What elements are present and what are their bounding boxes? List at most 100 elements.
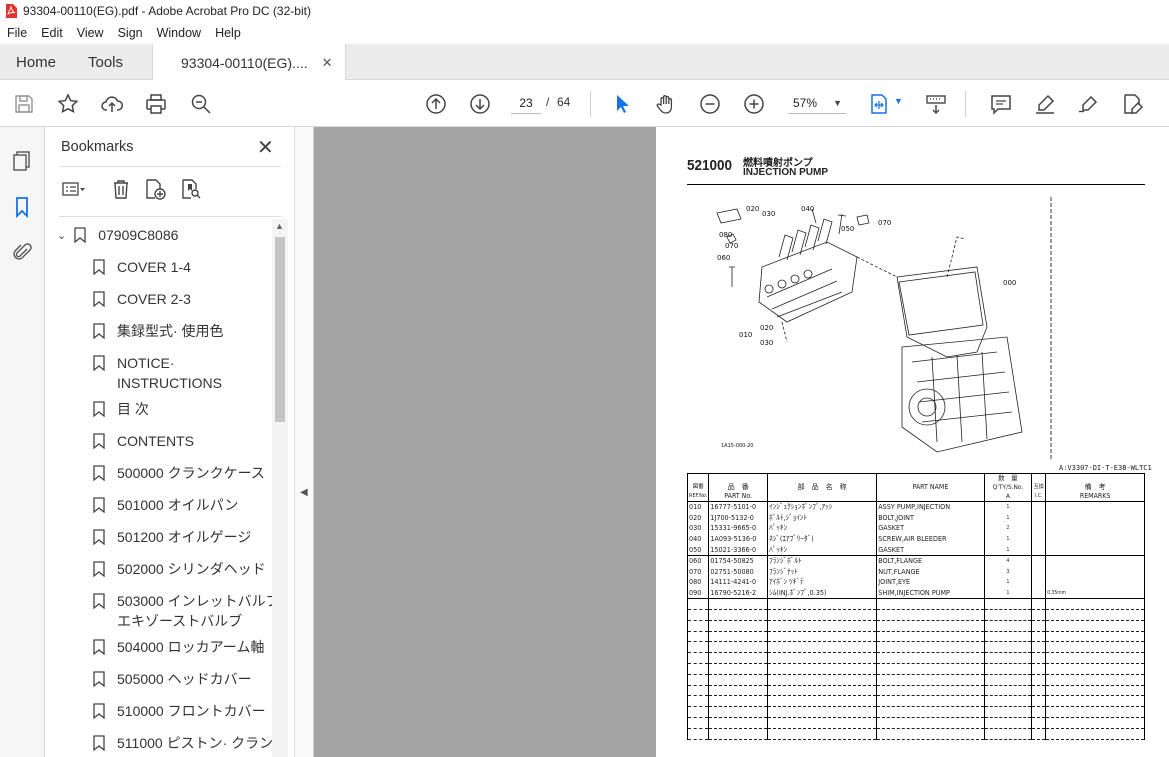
comment-icon[interactable] (989, 92, 1013, 116)
highlight-pen-icon[interactable] (1033, 92, 1057, 116)
bookmarks-panel-icon[interactable] (10, 195, 34, 219)
section-title-en: INJECTION PUMP (743, 167, 829, 178)
empty-cell (686, 663, 709, 675)
previous-page-icon[interactable] (424, 92, 448, 116)
cell-remarks: 0.35mm (1045, 587, 1145, 600)
new-bookmark-icon[interactable] (143, 177, 167, 201)
select-cursor-icon[interactable] (610, 92, 634, 116)
zoom-in-icon[interactable] (742, 92, 766, 116)
zoom-out-icon[interactable] (698, 92, 722, 116)
bookmark-item[interactable]: 目 次 (93, 399, 149, 419)
menu-help[interactable]: Help (208, 26, 248, 40)
upload-cloud-icon[interactable] (100, 92, 124, 116)
empty-cell (983, 620, 1032, 632)
scroll-up-icon[interactable]: ▲ (275, 221, 284, 231)
empty-cell (876, 695, 985, 708)
attachments-icon[interactable] (10, 241, 34, 265)
empty-table-row (686, 663, 1145, 675)
sign-pen-icon[interactable] (1077, 92, 1101, 116)
cell-part-name: GASKET (876, 523, 985, 534)
cell-part-name: NUT,FLANGE (876, 566, 985, 578)
total-pages: 64 (557, 95, 571, 109)
empty-cell (708, 685, 768, 697)
bookmark-item[interactable]: 504000 ロッカアーム軸 (93, 637, 264, 657)
collapse-arrow-icon[interactable]: ◀ (300, 487, 308, 498)
cell-ref: 090 (686, 587, 709, 600)
panel-collapse-strip[interactable]: ◀ (295, 127, 314, 757)
empty-table-row (686, 641, 1145, 654)
cell-qty: 4 (983, 555, 1032, 567)
page-number-input[interactable]: 23 (511, 92, 541, 114)
cell-qty: 1 (983, 501, 1032, 513)
bookmark-root[interactable]: ⌄ 07909C8086 (57, 225, 178, 245)
bookmark-item[interactable]: 502000 シリンダヘッド (93, 559, 266, 579)
menu-file[interactable]: File (0, 26, 34, 40)
bookmark-item[interactable]: COVER 1-4 (93, 257, 191, 277)
window-title: 93304-00110(EG).pdf - Adobe Acrobat Pro … (23, 4, 311, 18)
empty-cell (686, 674, 709, 686)
empty-cell (686, 717, 709, 729)
bookmark-item[interactable]: 500000 クランクケース (93, 463, 265, 483)
bookmark-item[interactable]: CONTENTS (93, 431, 194, 451)
empty-cell (767, 695, 877, 708)
next-page-icon[interactable] (468, 92, 492, 116)
bookmark-item[interactable]: COVER 2-3 (93, 289, 191, 309)
bookmark-item[interactable]: 501200 オイルゲージ (93, 527, 251, 547)
tab-home[interactable]: Home (16, 44, 56, 80)
callout-label: 050 (841, 225, 855, 233)
bookmark-item[interactable]: 511000 ピストン· クランク (93, 733, 287, 753)
hand-tool-icon[interactable] (654, 92, 678, 116)
close-panel-icon[interactable]: ✕ (257, 135, 274, 160)
empty-cell (1045, 728, 1145, 740)
menu-sign[interactable]: Sign (111, 26, 150, 40)
zoom-search-icon[interactable] (189, 92, 213, 116)
cell-part-name: SHIM,INJECTION PUMP (876, 587, 985, 600)
zoom-level-select[interactable]: 57% ▼ (788, 92, 846, 114)
empty-table-row (686, 674, 1145, 686)
cell-name-jp: ｱｲﾎﾞﾝ ﾂｷﾞﾃ (767, 577, 877, 588)
parts-table: 図番 REF.No. 品 番 PART No. 部 品 名 称 PART NAM… (686, 473, 1145, 740)
delete-bookmark-icon[interactable] (109, 177, 133, 201)
cell-ic (1031, 533, 1046, 545)
fit-dropdown-icon[interactable]: ▼ (894, 96, 903, 106)
tab-document[interactable]: 93304-00110(EG).... ✕ (152, 44, 346, 81)
bookmark-item[interactable]: 510000 フロントカバー (93, 701, 266, 721)
bookmark-item[interactable]: 505000 ヘッドカバー (93, 669, 252, 689)
menu-window[interactable]: Window (150, 26, 208, 40)
bookmark-options-icon[interactable] (61, 177, 85, 201)
empty-cell (1031, 674, 1046, 686)
scroll-mode-icon[interactable] (924, 92, 948, 116)
empty-cell (983, 706, 1032, 718)
bookmark-item[interactable]: 集録型式· 使用色 (93, 321, 224, 341)
bookmark-label: 集録型式· 使用色 (117, 323, 224, 339)
star-icon[interactable] (56, 92, 80, 116)
menu-bar: File Edit View Sign Window Help (0, 22, 1169, 44)
page-thumbnails-icon[interactable] (10, 149, 34, 173)
close-tab-icon[interactable]: ✕ (322, 55, 333, 71)
empty-cell (983, 685, 1032, 697)
bookmark-item[interactable]: 501000 オイルパン (93, 495, 238, 515)
save-icon[interactable] (12, 92, 36, 116)
menu-edit[interactable]: Edit (34, 26, 70, 40)
scrollbar-thumb[interactable] (275, 237, 285, 422)
find-bookmark-icon[interactable] (179, 177, 203, 201)
empty-table-row (686, 728, 1145, 740)
bookmarks-panel: Bookmarks ✕ ⌄ 07909C8086 COVER 1-4 COVER … (45, 127, 295, 757)
fit-page-icon[interactable] (868, 92, 892, 116)
empty-cell (1031, 631, 1046, 643)
bookmark-item[interactable]: 503000 インレットバルブ· エキゾーストバルブ (93, 591, 284, 631)
print-icon[interactable] (144, 92, 168, 116)
title-rule (687, 184, 1145, 185)
fill-sign-icon[interactable] (1121, 92, 1145, 116)
cell-qty: 1 (983, 533, 1032, 545)
cell-remarks (1045, 577, 1145, 588)
chevron-down-icon[interactable]: ⌄ (57, 229, 66, 242)
bookmarks-scrollbar[interactable]: ▲ (272, 219, 288, 757)
menu-view[interactable]: View (70, 26, 111, 40)
title-bar: 93304-00110(EG).pdf - Adobe Acrobat Pro … (0, 0, 1169, 22)
header-ic: 互換 I.C. (1031, 473, 1046, 502)
empty-cell (708, 674, 768, 686)
tab-tools[interactable]: Tools (88, 44, 123, 80)
bookmark-item[interactable]: NOTICE· INSTRUCTIONS (93, 353, 222, 393)
cell-part-no: 1J700-5132-0 (708, 512, 768, 524)
